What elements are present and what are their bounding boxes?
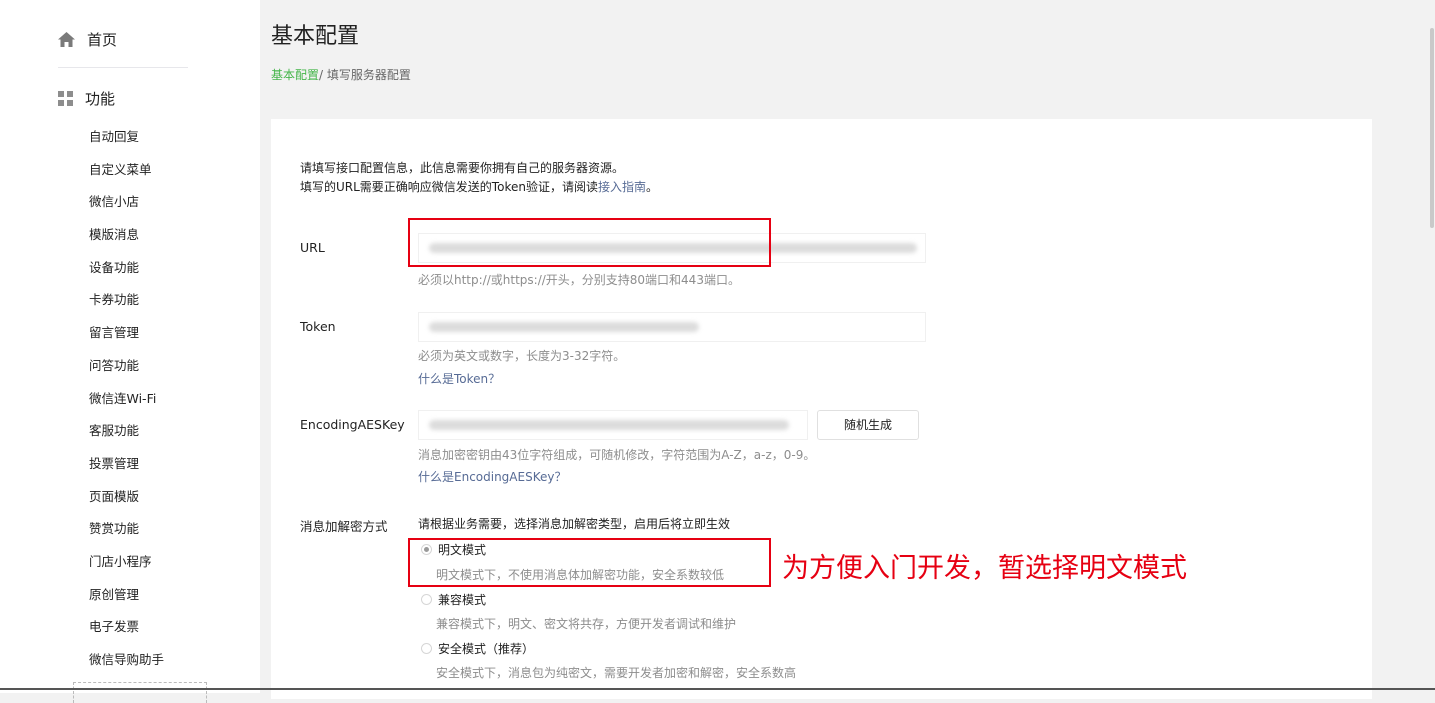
bottom-edge-line [0, 688, 1435, 690]
page-title: 基本配置 [271, 24, 360, 49]
token-label: Token [300, 319, 336, 334]
secure-desc: 安全模式下，消息包为纯密文，需要开发者加密和解密，安全系数高 [436, 666, 797, 680]
token-input[interactable] [418, 312, 926, 342]
plaintext-highlight-box [408, 538, 771, 587]
sidebar-item-qa[interactable]: 问答功能 [89, 350, 164, 383]
token-hint: 必须为英文或数字，长度为3-32字符。 [418, 349, 626, 363]
sidebar-section-function[interactable]: 功能 [58, 87, 115, 109]
breadcrumb-link[interactable]: 基本配置 [271, 68, 319, 82]
radio-unchecked-icon[interactable] [421, 643, 432, 654]
sidebar-item-reward[interactable]: 赞赏功能 [89, 513, 164, 546]
compatible-desc: 兼容模式下，明文、密文将共存，方便开发者调试和维护 [436, 617, 737, 631]
radio-compatible-mode[interactable]: 兼容模式 [421, 591, 486, 608]
sidebar-item-e-invoice[interactable]: 电子发票 [89, 611, 164, 644]
intro-line-1: 请填写接口配置信息，此信息需要你拥有自己的服务器资源。 [300, 161, 625, 175]
access-guide-link[interactable]: 接入指南 [598, 180, 646, 194]
sidebar-item-page-template[interactable]: 页面模版 [89, 481, 164, 514]
aeskey-input[interactable] [418, 410, 808, 440]
breadcrumb: 基本配置/ 填写服务器配置 [271, 66, 411, 83]
url-highlight-box [408, 218, 771, 267]
radio-unchecked-icon[interactable] [421, 594, 432, 605]
sidebar-item-device[interactable]: 设备功能 [89, 252, 164, 285]
sidebar-item-customer-service[interactable]: 客服功能 [89, 415, 164, 448]
token-input-blurred-value [429, 322, 699, 332]
sidebar-section-label: 功能 [85, 89, 116, 108]
what-is-aeskey-link[interactable]: 什么是EncodingAESKey？ [418, 468, 566, 485]
sidebar-item-shopping-guide[interactable]: 微信导购助手 [89, 644, 164, 677]
sidebar-home-label: 首页 [87, 30, 118, 49]
sidebar: 首页 功能 自动回复 自定义菜单 微信小店 模版消息 设备功能 卡券功能 留言管… [0, 0, 260, 703]
aeskey-label: EncodingAESKey [300, 417, 405, 432]
aeskey-hint: 消息加密密钥由43位字符组成，可随机修改，字符范围为A-Z，a-z，0-9。 [418, 448, 816, 462]
intro-line-2: 填写的URL需要正确响应微信发送的Token验证，请阅读接入指南。 [300, 180, 658, 194]
sidebar-item-original[interactable]: 原创管理 [89, 579, 164, 612]
sidebar-item-store-miniprogram[interactable]: 门店小程序 [89, 546, 164, 579]
radio-secure-label: 安全模式（推荐） [438, 642, 535, 656]
sidebar-item-vote[interactable]: 投票管理 [89, 448, 164, 481]
aeskey-input-blurred-value [429, 420, 789, 430]
sidebar-item-auto-reply[interactable]: 自动回复 [89, 121, 164, 154]
sidebar-item-comments[interactable]: 留言管理 [89, 317, 164, 350]
home-icon [58, 31, 75, 47]
sidebar-item-custom-menu[interactable]: 自定义菜单 [89, 154, 164, 187]
radio-secure-mode[interactable]: 安全模式（推荐） [421, 640, 534, 657]
what-is-token-link[interactable]: 什么是Token？ [418, 370, 500, 387]
sidebar-function-list: 自动回复 自定义菜单 微信小店 模版消息 设备功能 卡券功能 留言管理 问答功能… [89, 121, 164, 677]
sidebar-divider [58, 67, 188, 68]
sidebar-item-home[interactable]: 首页 [58, 28, 117, 50]
encrypt-mode-label: 消息加解密方式 [300, 519, 388, 534]
config-card: 请填写接口配置信息，此信息需要你拥有自己的服务器资源。 填写的URL需要正确响应… [271, 119, 1372, 699]
sidebar-item-template-message[interactable]: 模版消息 [89, 219, 164, 252]
sidebar-item-card-coupon[interactable]: 卡券功能 [89, 284, 164, 317]
random-generate-button[interactable]: 随机生成 [817, 410, 919, 440]
url-hint: 必须以http://或https://开头，分别支持80端口和443端口。 [418, 273, 740, 287]
sidebar-item-wechat-store[interactable]: 微信小店 [89, 186, 164, 219]
url-label: URL [300, 240, 325, 255]
intro-text: 请填写接口配置信息，此信息需要你拥有自己的服务器资源。 填写的URL需要正确响应… [300, 159, 658, 197]
scrollbar[interactable] [1430, 28, 1434, 228]
annotation-text: 为方便入门开发，暂选择明文模式 [782, 553, 1187, 584]
radio-compatible-label: 兼容模式 [438, 593, 487, 607]
breadcrumb-current: / 填写服务器配置 [319, 68, 411, 82]
encrypt-mode-hint: 请根据业务需要，选择消息加解密类型，启用后将立即生效 [418, 517, 731, 531]
grid-icon [58, 90, 73, 106]
sidebar-item-wifi[interactable]: 微信连Wi-Fi [89, 383, 164, 416]
